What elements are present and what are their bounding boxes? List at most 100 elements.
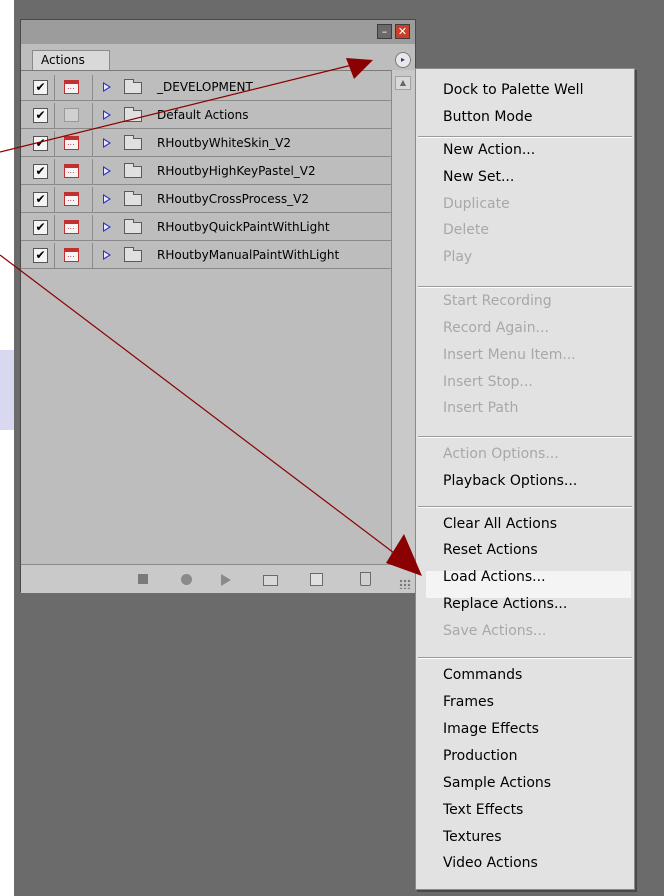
expand-triangle-icon[interactable]: [103, 166, 111, 176]
new-set-icon[interactable]: [263, 575, 278, 586]
checkmark-icon[interactable]: ✔: [33, 192, 48, 207]
dialog-toggle-cell: [55, 243, 93, 268]
checkmark-icon[interactable]: ✔: [33, 248, 48, 263]
menu-item-dock-to-palette-well[interactable]: Dock to Palette Well: [443, 81, 583, 99]
palette-menu-button[interactable]: ▸: [395, 52, 411, 68]
menu-item-new-set[interactable]: New Set...: [443, 168, 514, 186]
expand-triangle-icon[interactable]: [103, 110, 111, 120]
close-button[interactable]: ✕: [395, 24, 410, 39]
tab-actions[interactable]: Actions: [32, 50, 110, 70]
menu-separator: [418, 657, 632, 659]
new-action-icon[interactable]: [310, 573, 323, 586]
actions-list[interactable]: ✔ _DEVELOPMENT ✔ Default Actions ✔ RHoutbyWhi…: [21, 70, 391, 565]
toggle-cell: ✔: [27, 131, 55, 156]
scroll-up-icon[interactable]: ▲: [395, 76, 411, 90]
menu-separator: [418, 136, 632, 138]
menu-item-textures[interactable]: Textures: [443, 828, 502, 846]
toggle-cell: ✔: [27, 243, 55, 268]
action-set-row[interactable]: ✔ RHoutbyWhiteSkin_V2: [21, 131, 391, 157]
menu-item-image-effects[interactable]: Image Effects: [443, 720, 539, 738]
menu-item-commands[interactable]: Commands: [443, 666, 522, 684]
minimize-button[interactable]: –: [377, 24, 392, 39]
palette-bottom-bar: [21, 564, 415, 593]
expand-triangle-icon[interactable]: [103, 194, 111, 204]
dialog-toggle-icon[interactable]: [64, 248, 79, 262]
menu-item-text-effects[interactable]: Text Effects: [443, 801, 523, 819]
action-set-label: RHoutbyHighKeyPastel_V2: [157, 164, 316, 178]
menu-item-action-options: Action Options...: [443, 446, 559, 462]
action-set-row[interactable]: ✔ RHoutbyCrossProcess_V2: [21, 187, 391, 213]
dialog-toggle-cell: [55, 131, 93, 156]
folder-icon: [124, 107, 142, 122]
dialog-toggle-icon[interactable]: [64, 220, 79, 234]
action-set-label: RHoutbyQuickPaintWithLight: [157, 220, 330, 234]
expand-triangle-icon[interactable]: [103, 222, 111, 232]
menu-item-insert-path: Insert Path: [443, 400, 519, 416]
palette-flyout-menu: Dock to Palette Well Button Mode New Actio…: [415, 68, 635, 890]
folder-icon: [124, 135, 142, 150]
toggle-cell: ✔: [27, 215, 55, 240]
action-set-row[interactable]: ✔ _DEVELOPMENT: [21, 75, 391, 101]
menu-item-insert-menu-item: Insert Menu Item...: [443, 347, 576, 363]
record-icon[interactable]: [181, 574, 192, 585]
expand-triangle-icon[interactable]: [103, 82, 111, 92]
checkmark-icon[interactable]: ✔: [33, 136, 48, 151]
action-set-row[interactable]: ✔ RHoutbyHighKeyPastel_V2: [21, 159, 391, 185]
menu-item-delete: Delete: [443, 222, 489, 238]
folder-icon: [124, 79, 142, 94]
menu-item-play: Play: [443, 249, 473, 265]
expand-triangle-icon[interactable]: [103, 250, 111, 260]
checkmark-icon[interactable]: ✔: [33, 80, 48, 95]
menu-item-frames[interactable]: Frames: [443, 693, 494, 711]
background-swatch: [0, 350, 14, 430]
action-set-label: Default Actions: [157, 108, 249, 122]
menu-item-clear-all-actions[interactable]: Clear All Actions: [443, 515, 557, 533]
dialog-toggle-icon[interactable]: [64, 80, 79, 94]
checkmark-icon[interactable]: ✔: [33, 164, 48, 179]
menu-item-video-actions[interactable]: Video Actions: [443, 854, 538, 872]
menu-item-new-action[interactable]: New Action...: [443, 141, 535, 159]
folder-icon: [124, 163, 142, 178]
menu-item-reset-actions[interactable]: Reset Actions: [443, 541, 538, 559]
toggle-cell: ✔: [27, 75, 55, 100]
palette-title-bar[interactable]: – ✕: [21, 20, 415, 44]
play-icon[interactable]: [221, 574, 231, 586]
dialog-toggle-icon[interactable]: [64, 136, 79, 150]
folder-icon: [124, 247, 142, 262]
actions-palette: – ✕ Actions ▸ ✔ _DEVELOPMENT ✔ Default Acti…: [20, 19, 416, 593]
trash-icon[interactable]: [360, 572, 371, 586]
action-set-label: RHoutbyCrossProcess_V2: [157, 192, 309, 206]
menu-item-playback-options[interactable]: Playback Options...: [443, 472, 577, 490]
menu-item-replace-actions[interactable]: Replace Actions...: [443, 595, 567, 613]
toggle-cell: ✔: [27, 187, 55, 212]
dialog-toggle-icon[interactable]: [64, 192, 79, 206]
scrollbar[interactable]: ▲: [391, 70, 415, 564]
stop-icon[interactable]: [138, 574, 148, 584]
action-set-row[interactable]: ✔ RHoutbyManualPaintWithLight: [21, 243, 391, 269]
dialog-toggle-icon[interactable]: [64, 164, 79, 178]
dialog-toggle-cell: [55, 215, 93, 240]
dialog-toggle-cell: [55, 159, 93, 184]
menu-item-start-recording: Start Recording: [443, 293, 552, 309]
checkmark-icon[interactable]: ✔: [33, 108, 48, 123]
action-set-row[interactable]: ✔ Default Actions: [21, 103, 391, 129]
dialog-toggle-icon[interactable]: [64, 108, 79, 122]
menu-item-duplicate: Duplicate: [443, 196, 510, 212]
menu-item-sample-actions[interactable]: Sample Actions: [443, 774, 551, 792]
menu-item-production[interactable]: Production: [443, 747, 517, 765]
menu-item-load-actions[interactable]: Load Actions...: [443, 568, 546, 586]
background-strip: [0, 0, 14, 896]
folder-icon: [124, 219, 142, 234]
action-set-row[interactable]: ✔ RHoutbyQuickPaintWithLight: [21, 215, 391, 241]
checkmark-icon[interactable]: ✔: [33, 220, 48, 235]
toggle-cell: ✔: [27, 103, 55, 128]
resize-grip-icon[interactable]: [399, 579, 411, 589]
folder-icon: [124, 191, 142, 206]
action-set-label: RHoutbyManualPaintWithLight: [157, 248, 340, 262]
menu-separator: [418, 506, 632, 508]
dialog-toggle-cell: [55, 75, 93, 100]
action-set-label: _DEVELOPMENT: [157, 80, 253, 94]
dialog-toggle-cell: [55, 103, 93, 128]
expand-triangle-icon[interactable]: [103, 138, 111, 148]
menu-item-button-mode[interactable]: Button Mode: [443, 108, 533, 126]
